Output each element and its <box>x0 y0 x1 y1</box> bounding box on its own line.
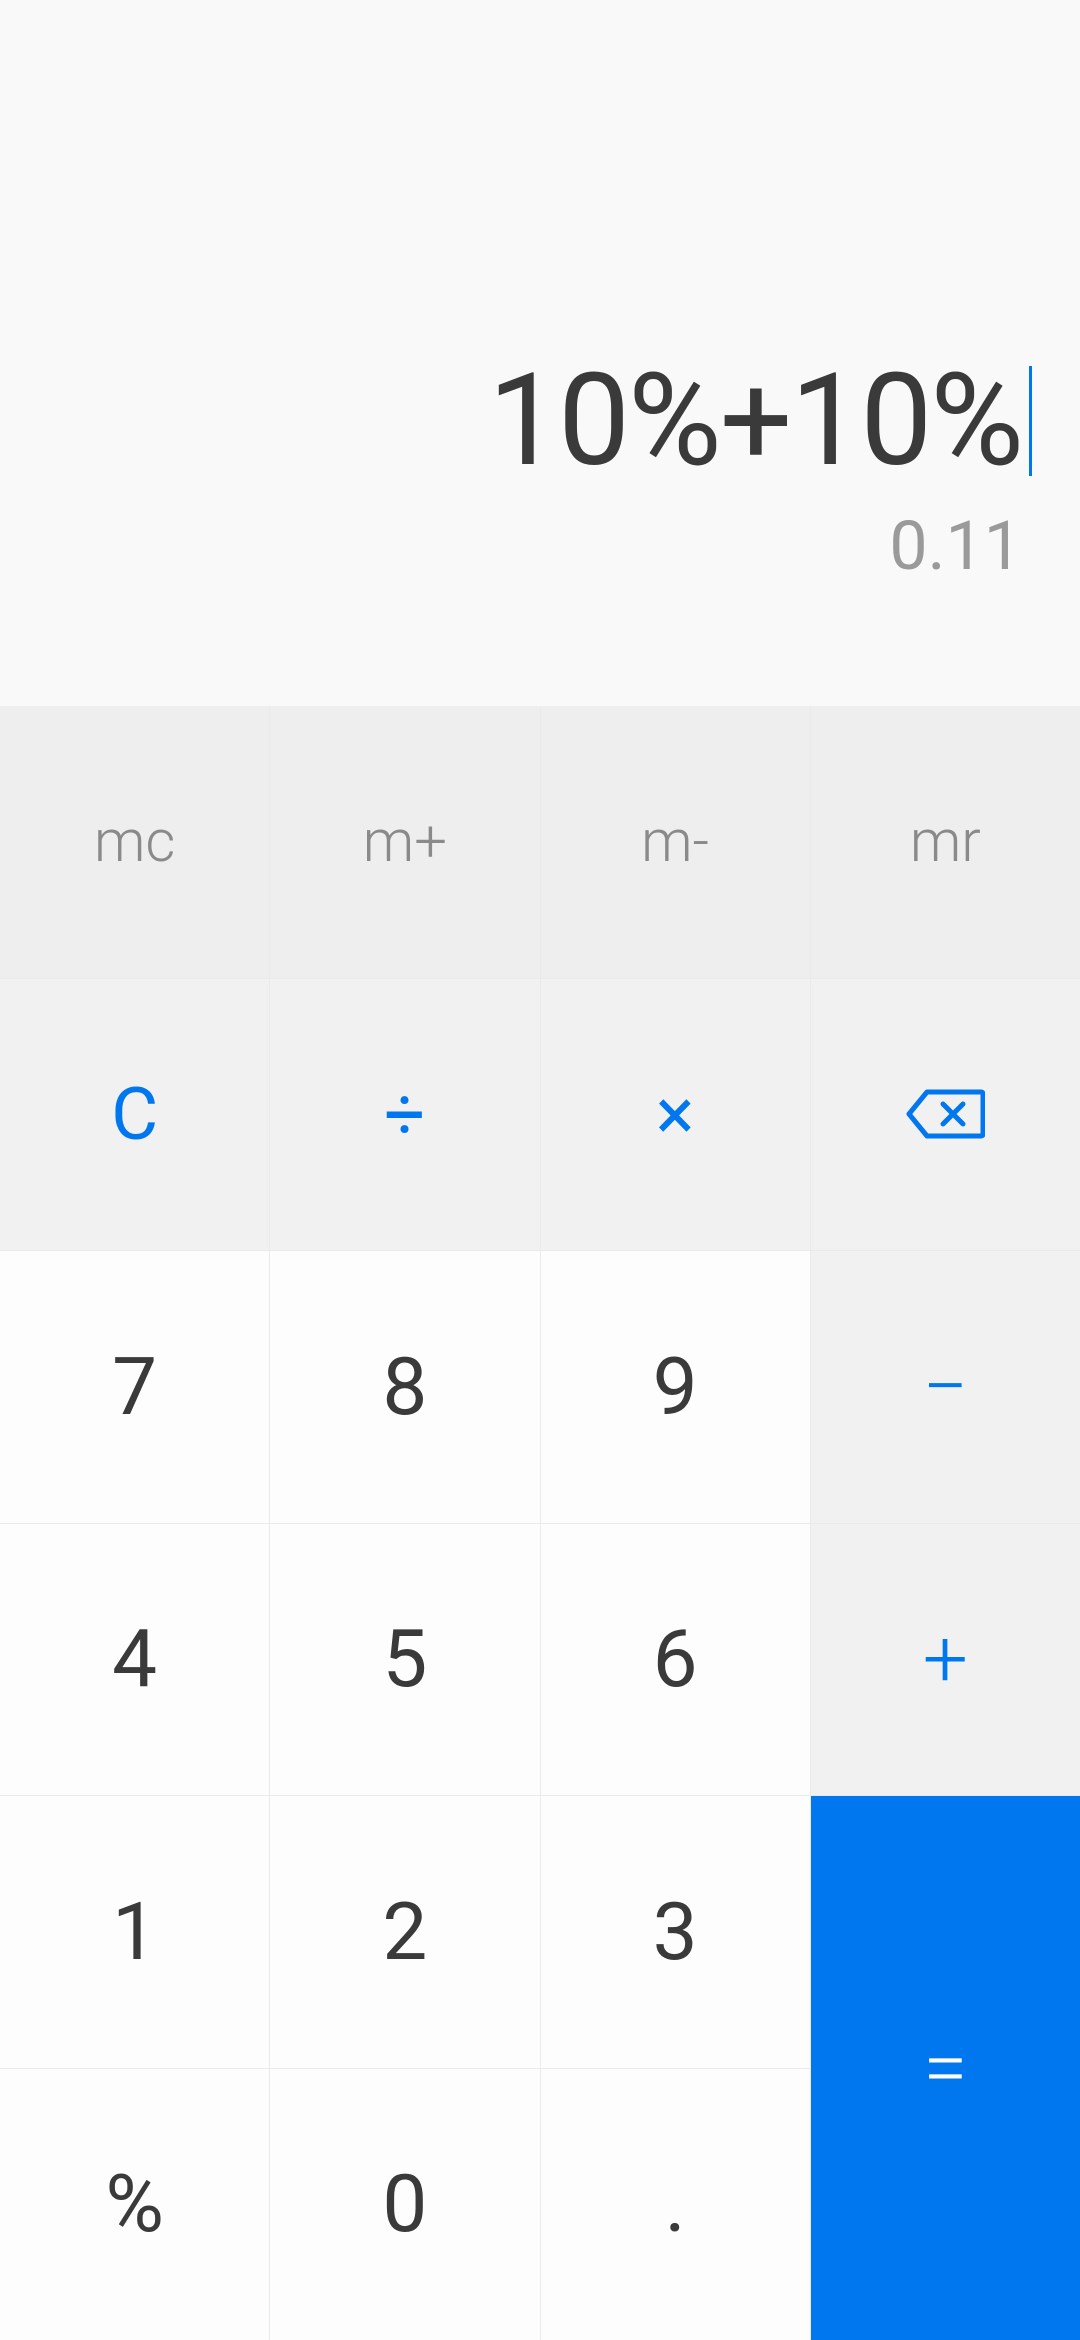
digit-2-button[interactable]: 2 <box>270 1796 539 2068</box>
digit-0-button[interactable]: 0 <box>270 2069 539 2340</box>
decimal-button[interactable]: . <box>541 2069 810 2340</box>
backspace-icon <box>905 1088 985 1140</box>
digit-5-button[interactable]: 5 <box>270 1524 539 1796</box>
digit-3-button[interactable]: 3 <box>541 1796 810 2068</box>
digit-1-button[interactable]: 1 <box>0 1796 269 2068</box>
digit-9-button[interactable]: 9 <box>541 1251 810 1523</box>
divide-button[interactable]: ÷ <box>270 979 539 1251</box>
expression-text[interactable]: 10%+10% <box>488 346 1030 496</box>
digit-6-button[interactable]: 6 <box>541 1524 810 1796</box>
memory-clear-button[interactable]: mc <box>0 706 269 978</box>
calculator-display: 10%+10% 0.11 <box>0 0 1080 706</box>
keypad: mc m+ m- mr C ÷ × 7 8 9 − 4 5 6 + 1 2 3 … <box>0 706 1080 2340</box>
memory-minus-button[interactable]: m- <box>541 706 810 978</box>
multiply-button[interactable]: × <box>541 979 810 1251</box>
result-text: 0.11 <box>889 506 1030 586</box>
memory-plus-button[interactable]: m+ <box>270 706 539 978</box>
percent-button[interactable]: % <box>0 2069 269 2340</box>
memory-recall-button[interactable]: mr <box>811 706 1080 978</box>
equals-button[interactable]: = <box>811 1796 1080 2340</box>
backspace-button[interactable] <box>811 979 1080 1251</box>
plus-button[interactable]: + <box>811 1524 1080 1796</box>
clear-button[interactable]: C <box>0 979 269 1251</box>
digit-8-button[interactable]: 8 <box>270 1251 539 1523</box>
digit-7-button[interactable]: 7 <box>0 1251 269 1523</box>
digit-4-button[interactable]: 4 <box>0 1524 269 1796</box>
minus-button[interactable]: − <box>811 1251 1080 1523</box>
